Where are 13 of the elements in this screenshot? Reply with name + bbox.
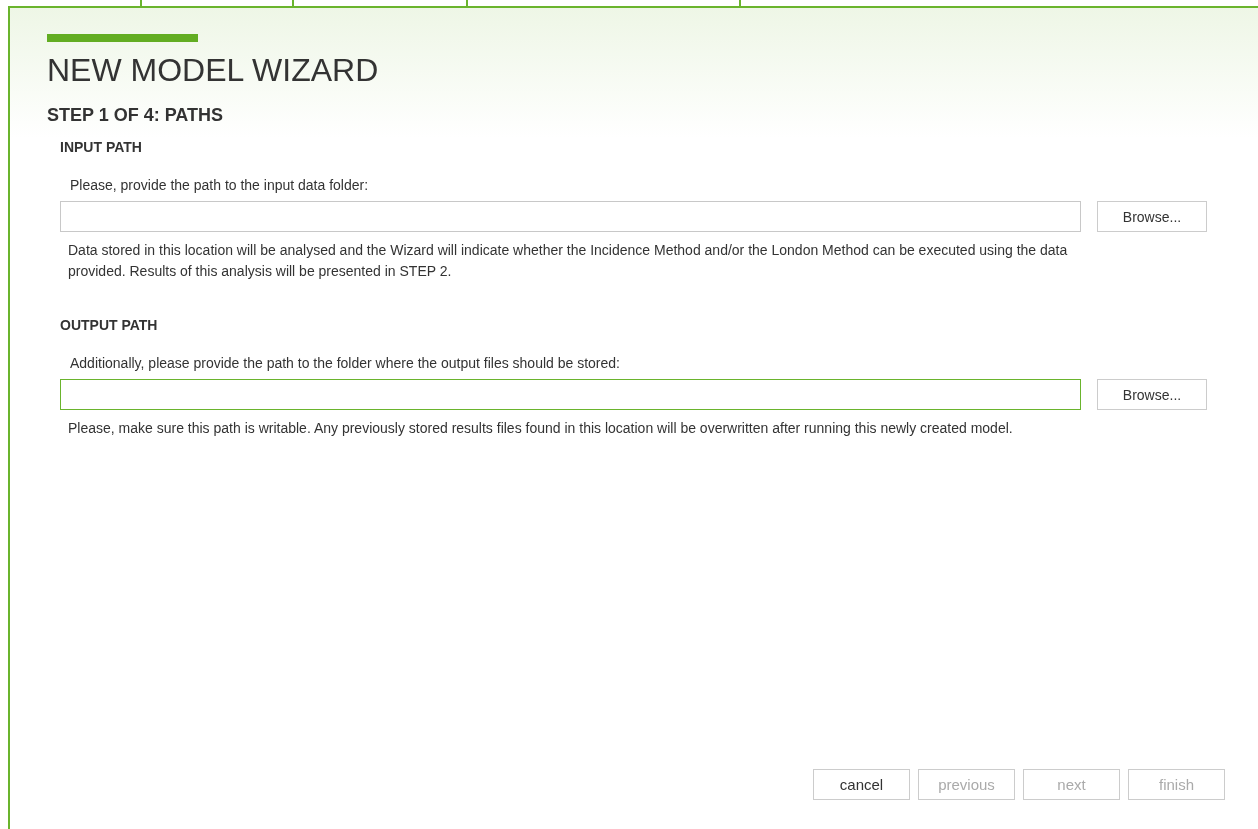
wizard-button[interactable]: cancel: [813, 769, 910, 800]
path-field[interactable]: [60, 379, 1081, 410]
path-field[interactable]: [60, 201, 1081, 232]
field-prompt: Additionally, please provide the path to the folder where the output files should be stored:: [70, 355, 621, 371]
step-heading: STEP 1 OF 4: PATHS: [47, 105, 225, 126]
wizard-title: NEW MODEL WIZARD: [47, 52, 380, 89]
help-text: Data stored in this location will be analysed and the Wizard will indicate whether the Incidence Method and/or the London Method can be executed using the data provided. Results of this analysis will be presented in STEP 2.: [68, 241, 1069, 281]
help-text: Please, make sure this path is writable. Any previously stored results files found in this location will be overwritten after running this newly created model.: [68, 419, 1014, 438]
section-heading: INPUT PATH: [60, 139, 143, 155]
browse-button[interactable]: Browse...: [1097, 201, 1207, 232]
browse-button[interactable]: Browse...: [1097, 379, 1207, 410]
section-heading: OUTPUT PATH: [60, 317, 159, 333]
field-prompt: Please, provide the path to the input data folder:: [70, 177, 370, 193]
